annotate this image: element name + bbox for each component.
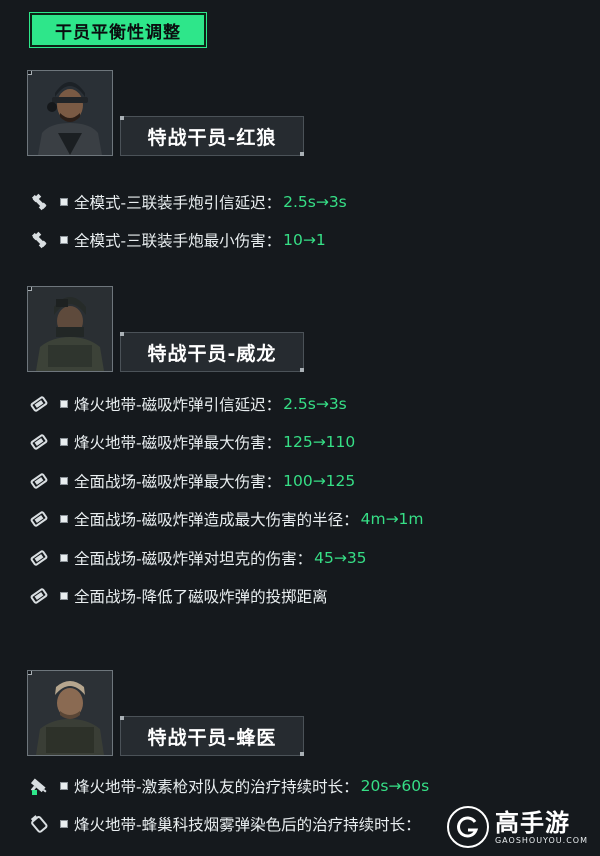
- change-item: 全模式-三联装手炮最小伤害： 10→1: [28, 227, 588, 253]
- operator-name: 特战干员-威龙: [147, 342, 277, 365]
- bullet-square: [60, 236, 68, 244]
- change-text: 烽火地带-磁吸炸弹最大伤害：: [74, 434, 282, 452]
- bullet-square: [60, 782, 68, 790]
- operator-name-box: 特战干员-威龙: [120, 332, 304, 372]
- magnetic-bomb-icon: [28, 393, 50, 415]
- site-watermark: 高手游 GAOSHOUYOU.COM: [446, 806, 588, 848]
- site-url: GAOSHOUYOU.COM: [494, 835, 588, 845]
- bullet-square: [60, 438, 68, 446]
- change-value: 125→110: [283, 433, 356, 451]
- rocket-pod-icon: [28, 229, 50, 251]
- change-value: 20s→60s: [360, 777, 430, 795]
- change-text: 烽火地带-激素枪对队友的治疗持续时长：: [74, 778, 359, 796]
- bullet-square: [60, 554, 68, 562]
- change-item: 全面战场-磁吸炸弹最大伤害： 100→125: [28, 468, 588, 494]
- magnetic-bomb-icon: [28, 508, 50, 530]
- operator-name-box: 特战干员-红狼: [120, 116, 304, 156]
- bullet-square: [60, 400, 68, 408]
- change-value: 4m→1m: [360, 510, 424, 528]
- magnetic-bomb-icon: [28, 547, 50, 569]
- bullet-square: [60, 477, 68, 485]
- change-item: 烽火地带-磁吸炸弹引信延迟： 2.5s→3s: [28, 391, 588, 417]
- change-item: 全模式-三联装手炮引信延迟： 2.5s→3s: [28, 189, 588, 215]
- section-title: 干员平衡性调整: [55, 22, 181, 43]
- site-name: 高手游: [494, 808, 570, 837]
- change-item: 烽火地带-磁吸炸弹最大伤害： 125→110: [28, 429, 588, 455]
- operator-portrait-feng-yi: [27, 670, 113, 756]
- magnetic-bomb-icon: [28, 470, 50, 492]
- change-text: 全面战场-磁吸炸弹对坦克的伤害：: [74, 550, 313, 568]
- operator-portrait-wei-long: [27, 286, 113, 372]
- bullet-square: [60, 820, 68, 828]
- magnetic-bomb-icon: [28, 431, 50, 453]
- change-value: 2.5s→3s: [283, 193, 347, 211]
- change-value: 2.5s→3s: [283, 395, 347, 413]
- change-text: 全模式-三联装手炮最小伤害：: [74, 232, 282, 250]
- bullet-square: [60, 198, 68, 206]
- change-item: 烽火地带-激素枪对队友的治疗持续时长： 20s→60s: [28, 773, 588, 799]
- rocket-pod-icon: [28, 191, 50, 213]
- operator-name-box: 特战干员-蜂医: [120, 716, 304, 756]
- patch-notes-page: 干员平衡性调整 特战干员-红狼 全模式-三联装手炮引信延迟： 2.5s→3s 全…: [0, 0, 600, 856]
- operator-portrait-red-wolf: [27, 70, 113, 156]
- change-item: 全面战场-磁吸炸弹对坦克的伤害： 45→35: [28, 545, 588, 571]
- change-value: 10→1: [283, 231, 326, 249]
- change-text: 全模式-三联装手炮引信延迟：: [74, 194, 282, 212]
- site-logo-icon: [446, 806, 489, 848]
- change-value: 45→35: [314, 549, 367, 567]
- change-text: 全面战场-磁吸炸弹造成最大伤害的半径：: [74, 511, 359, 529]
- change-text: 烽火地带-蜂巢科技烟雾弹染色后的治疗持续时长：: [74, 816, 421, 834]
- section-title-badge: 干员平衡性调整: [30, 13, 206, 47]
- bullet-square: [60, 592, 68, 600]
- change-text: 全面战场-降低了磁吸炸弹的投掷距离: [74, 588, 328, 606]
- change-value: 100→125: [283, 472, 356, 490]
- change-item: 全面战场-降低了磁吸炸弹的投掷距离: [28, 583, 588, 609]
- bullet-square: [60, 515, 68, 523]
- change-text: 烽火地带-磁吸炸弹引信延迟：: [74, 396, 282, 414]
- change-text: 全面战场-磁吸炸弹最大伤害：: [74, 473, 282, 491]
- operator-name: 特战干员-红狼: [147, 126, 277, 149]
- smoke-grenade-icon: [28, 813, 50, 835]
- magnetic-bomb-icon: [28, 585, 50, 607]
- stim-gun-icon: [28, 775, 50, 797]
- operator-name: 特战干员-蜂医: [147, 726, 277, 749]
- change-item: 全面战场-磁吸炸弹造成最大伤害的半径： 4m→1m: [28, 506, 588, 532]
